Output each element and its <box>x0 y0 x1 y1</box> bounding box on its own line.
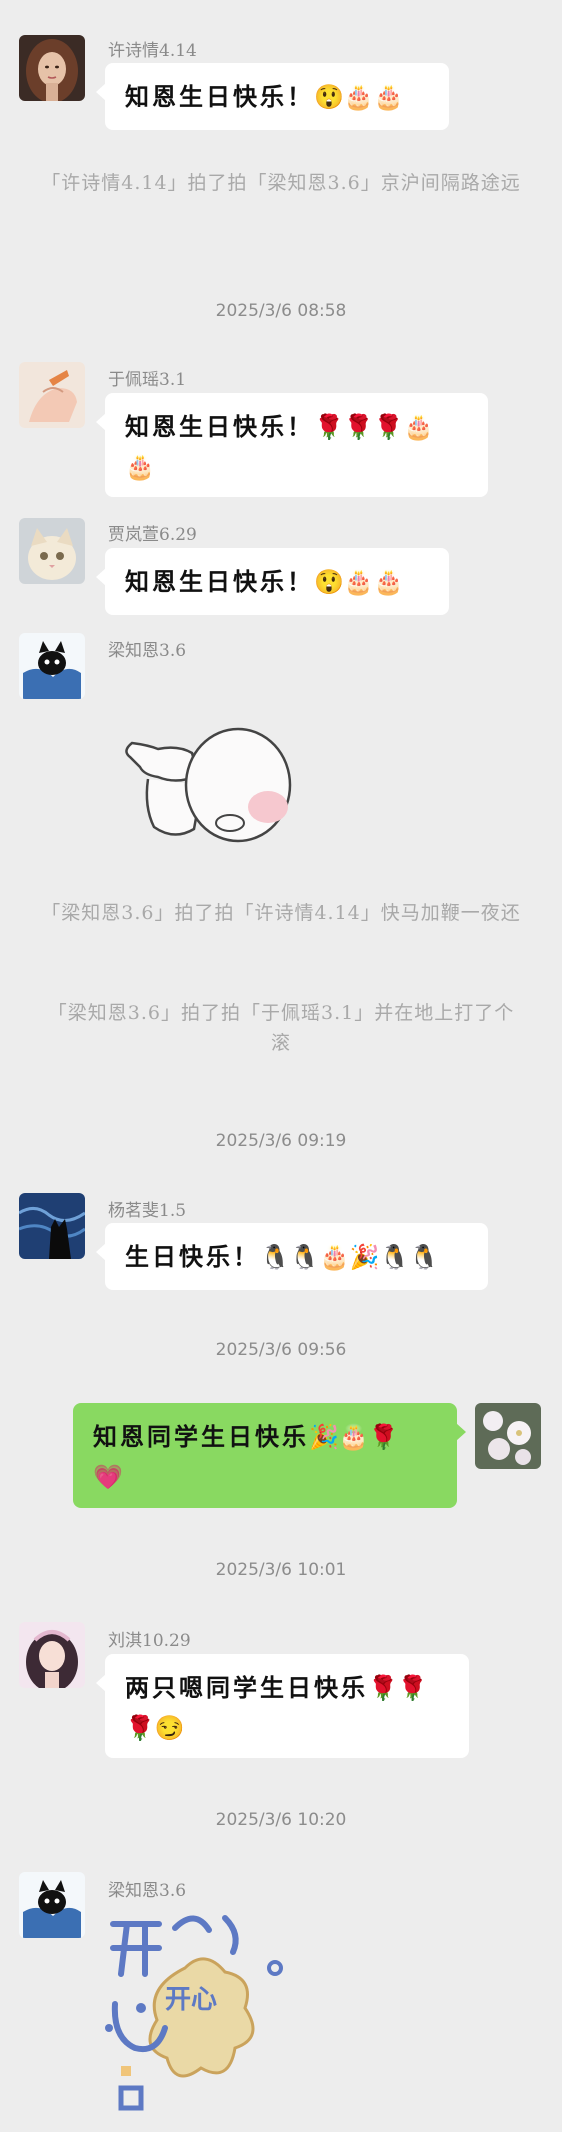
timestamp: 2025/3/6 10:20 <box>215 1810 347 1830</box>
sender-name: 许诗情4.14 <box>108 41 197 61</box>
timestamp: 2025/3/6 08:58 <box>215 301 347 321</box>
sender-name: 梁知恩3.6 <box>108 641 187 661</box>
message-emoji: 🌹🌹 <box>368 1674 428 1702</box>
message-emoji: 😲🎂🎂 <box>314 83 404 111</box>
pat-notification: 「梁知恩3.6」拍了拍「于佩瑶3.1」并在地上打了个滚 <box>47 1002 515 1054</box>
message-emoji: 🌹🌹🌹🎂 <box>314 413 434 441</box>
bunny-bowing-sticker[interactable] <box>118 715 298 855</box>
avatar-starry-cat-image <box>19 1193 85 1259</box>
kaixin-sticker[interactable]: 开心 <box>105 1908 305 2118</box>
bunny-sticker-image <box>125 727 292 843</box>
avatar-self[interactable] <box>475 1403 541 1469</box>
pat-notification: 「梁知恩3.6」拍了拍「许诗情4.14」快马加鞭一夜还 <box>41 902 521 924</box>
avatar-yang-mingfei[interactable] <box>19 1193 85 1259</box>
message-bubble[interactable]: 知恩生日快乐！🌹🌹🌹🎂 🎂 <box>96 393 488 497</box>
avatar-liang-zhien[interactable] <box>19 633 85 699</box>
avatar-flowers-image <box>475 1403 541 1469</box>
timestamp: 2025/3/6 10:01 <box>215 1560 347 1580</box>
message-bubble[interactable]: 知恩生日快乐！😲🎂🎂 <box>96 63 449 130</box>
message-text: 知恩同学生日快乐 <box>93 1422 309 1451</box>
avatar-cat-image <box>19 518 85 584</box>
message-text: 知恩生日快乐！ <box>125 412 314 441</box>
message-bubble-self[interactable]: 知恩同学生日快乐🎉🎂🌹 💗 <box>73 1403 466 1508</box>
message-text: 两只嗯同学生日快乐 <box>125 1673 368 1702</box>
sender-name: 杨茗斐1.5 <box>108 1201 187 1221</box>
avatar-anime-girl-image <box>19 1622 85 1688</box>
sender-name: 贾岚萱6.29 <box>108 525 197 545</box>
sticker-caption: 开心 <box>165 1985 217 2015</box>
timestamp: 2025/3/6 09:56 <box>215 1340 347 1360</box>
sender-name: 梁知恩3.6 <box>108 1881 187 1901</box>
sender-name: 刘淇10.29 <box>108 1631 191 1651</box>
avatar-liang-zhien[interactable] <box>19 1872 85 1938</box>
kaixin-sticker-image: 开心 <box>105 1915 283 2111</box>
message-emoji: 🎉🎂🌹 <box>309 1423 399 1451</box>
pat-notification: 「许诗情4.14」拍了拍「梁知恩3.6」京沪间隔路途远 <box>41 172 521 194</box>
avatar-hand-carrot-image <box>19 362 85 428</box>
avatar-liu-qi[interactable] <box>19 1622 85 1688</box>
avatar-jia-lanxuan[interactable] <box>19 518 85 584</box>
sender-name: 于佩瑶3.1 <box>108 370 187 390</box>
avatar-blue-cat-image <box>19 633 85 699</box>
timestamp: 2025/3/6 09:19 <box>215 1131 347 1151</box>
message-emoji: 🐧🐧🎂🎉🐧🐧 <box>260 1243 440 1271</box>
message-emoji: 🎂 <box>125 453 155 481</box>
avatar-yu-peiyao[interactable] <box>19 362 85 428</box>
message-emoji: 😲🎂🎂 <box>314 568 404 596</box>
avatar-xu-shiqing[interactable] <box>19 35 85 101</box>
avatar-portrait-image <box>19 35 85 101</box>
message-emoji: 💗 <box>93 1463 123 1491</box>
avatar-blue-cat-image <box>19 1872 85 1938</box>
message-text: 知恩生日快乐！ <box>125 567 314 596</box>
message-text: 知恩生日快乐！ <box>125 82 314 111</box>
message-text: 生日快乐！ <box>125 1242 260 1271</box>
message-bubble[interactable]: 生日快乐！🐧🐧🎂🎉🐧🐧 <box>96 1223 488 1290</box>
message-bubble[interactable]: 知恩生日快乐！😲🎂🎂 <box>96 548 449 615</box>
message-bubble[interactable]: 两只嗯同学生日快乐🌹🌹 🌹😏 <box>96 1654 469 1758</box>
message-emoji: 🌹😏 <box>125 1714 185 1742</box>
